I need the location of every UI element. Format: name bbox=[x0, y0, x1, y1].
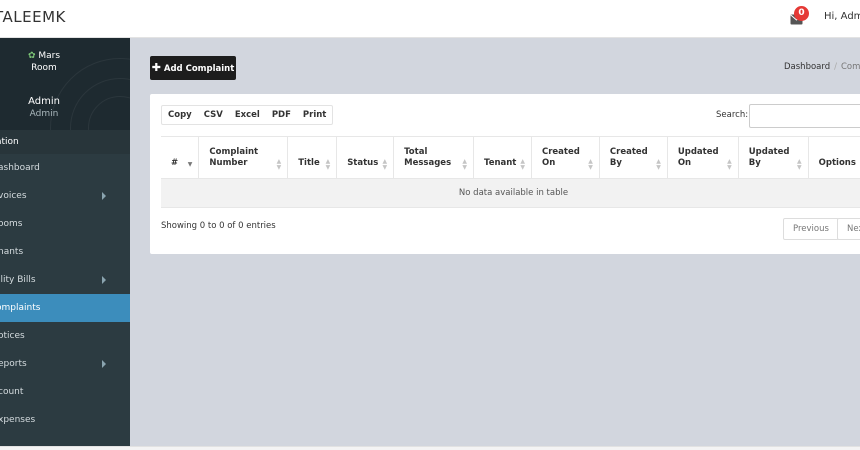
sort-icon: ▲ ▼ bbox=[656, 158, 661, 171]
caret-right-icon bbox=[102, 360, 106, 368]
sidebar-item-3[interactable]: nants bbox=[0, 238, 130, 266]
column-header-1[interactable]: Complaint Number ▲ ▼ bbox=[198, 136, 288, 179]
add-complaint-button[interactable]: ✚ Add Complaint bbox=[150, 56, 236, 80]
sort-icon: ▲ ▼ bbox=[276, 158, 282, 171]
sidebar-item-label: ility Bills bbox=[0, 275, 36, 285]
column-header-0[interactable]: # ▼ bbox=[161, 136, 199, 179]
export-button-0[interactable]: Copy bbox=[162, 106, 198, 124]
previous-page-button[interactable]: Previous bbox=[783, 218, 839, 240]
top-navbar: TALEEMK 0 Hi, Admin bbox=[0, 0, 860, 38]
notification-count-badge: 0 bbox=[794, 6, 809, 21]
sort-icon: ▲ ▼ bbox=[325, 158, 331, 171]
sidebar-section-header: ation bbox=[0, 130, 130, 154]
sidebar-item-4[interactable]: ility Bills bbox=[0, 266, 130, 294]
organization-logo: ✿ Mars Room bbox=[27, 51, 61, 73]
sidebar-profile: ✿ Mars Room Admin Admin bbox=[0, 38, 130, 130]
sidebar-item-label: xpenses bbox=[0, 415, 36, 425]
sidebar-item-7[interactable]: eports bbox=[0, 350, 130, 378]
caret-right-icon bbox=[102, 276, 106, 284]
column-header-6[interactable]: Created On ▲ ▼ bbox=[530, 136, 600, 179]
export-button-2[interactable]: Excel bbox=[229, 106, 266, 124]
sidebar-item-label: voices bbox=[0, 191, 27, 201]
sort-icon: ▲ ▼ bbox=[462, 158, 468, 171]
search-label: Search: bbox=[716, 110, 749, 120]
caret-right-icon bbox=[102, 192, 106, 200]
sidebar-item-0[interactable]: ashboard bbox=[0, 154, 130, 182]
search-input[interactable] bbox=[749, 104, 860, 128]
sort-icon: ▲ ▼ bbox=[588, 158, 593, 171]
breadcrumb-home-link[interactable]: Dashboard bbox=[784, 62, 830, 72]
export-button-group: Copy CSV Excel PDF Print bbox=[161, 105, 334, 125]
user-menu[interactable]: Hi, Admin bbox=[824, 11, 860, 22]
sort-icon: ▲ ▼ bbox=[727, 158, 732, 171]
export-button-4[interactable]: Print bbox=[297, 106, 332, 124]
sidebar-item-label: otices bbox=[0, 331, 25, 341]
footer bbox=[0, 446, 860, 450]
table-info: Showing 0 to 0 of 0 entries bbox=[161, 221, 276, 231]
breadcrumb: Dashboard/Comp bbox=[784, 62, 860, 72]
notification-button[interactable]: 0 bbox=[789, 6, 809, 26]
export-button-3[interactable]: PDF bbox=[266, 106, 297, 124]
column-header-9[interactable]: Updated By ▲ ▼ bbox=[737, 136, 809, 179]
profile-role: Admin bbox=[29, 109, 59, 119]
brand-logo-text[interactable]: TALEEMK bbox=[0, 8, 66, 26]
column-header-10: Options bbox=[807, 136, 860, 179]
plus-icon: ✚ bbox=[151, 61, 161, 74]
empty-table-message: No data available in table bbox=[161, 178, 860, 208]
complaints-panel: Copy CSV Excel PDF Print Search: # ▼ Complaint… bbox=[150, 94, 860, 254]
sidebar-item-label: count bbox=[0, 387, 24, 397]
sidebar-item-6[interactable]: otices bbox=[0, 322, 130, 350]
profile-name: Admin bbox=[28, 96, 60, 107]
sort-icon: ▲ ▼ bbox=[382, 158, 388, 171]
table-header-row: # ▼ Complaint Number ▲ ▼ Title ▲ ▼ Status ▲ ▼ Total M… bbox=[161, 136, 860, 179]
sidebar-item-label: nants bbox=[0, 247, 24, 257]
column-header-3[interactable]: Status ▲ ▼ bbox=[336, 136, 394, 179]
sort-desc-icon: ▼ bbox=[187, 161, 193, 168]
column-header-8[interactable]: Updated On ▲ ▼ bbox=[666, 136, 739, 179]
sidebar-item-label: omplaints bbox=[0, 303, 41, 313]
sidebar-item-label: ashboard bbox=[0, 163, 40, 173]
sidebar-item-label: ooms bbox=[0, 219, 23, 229]
sort-icon: ▲ ▼ bbox=[520, 158, 525, 171]
next-page-button[interactable]: Nex bbox=[837, 218, 860, 240]
sidebar: ✿ Mars Room Admin Admin ation ashboard vo… bbox=[0, 38, 130, 446]
sidebar-item-label: eports bbox=[0, 359, 27, 369]
sort-icon: ▲ ▼ bbox=[797, 158, 802, 171]
leaf-icon: ✿ bbox=[27, 51, 36, 61]
complaints-table: # ▼ Complaint Number ▲ ▼ Title ▲ ▼ Status ▲ ▼ Total M… bbox=[161, 136, 860, 208]
sidebar-menu: ashboard voices ooms nants ility Bills omplai… bbox=[0, 154, 130, 434]
column-header-4[interactable]: Total Messages ▲ ▼ bbox=[393, 136, 474, 179]
column-header-2[interactable]: Title ▲ ▼ bbox=[287, 136, 337, 179]
export-button-1[interactable]: CSV bbox=[198, 106, 229, 124]
table-row: No data available in table bbox=[161, 178, 860, 208]
sidebar-item-2[interactable]: ooms bbox=[0, 210, 130, 238]
column-header-5[interactable]: Tenant ▲ ▼ bbox=[473, 136, 532, 179]
sidebar-item-8[interactable]: count bbox=[0, 378, 130, 406]
breadcrumb-current: Comp bbox=[841, 62, 860, 72]
sidebar-item-5[interactable]: omplaints bbox=[0, 294, 130, 322]
column-header-7[interactable]: Created By ▲ ▼ bbox=[598, 136, 668, 179]
sidebar-item-1[interactable]: voices bbox=[0, 182, 130, 210]
sidebar-item-9[interactable]: xpenses bbox=[0, 406, 130, 434]
